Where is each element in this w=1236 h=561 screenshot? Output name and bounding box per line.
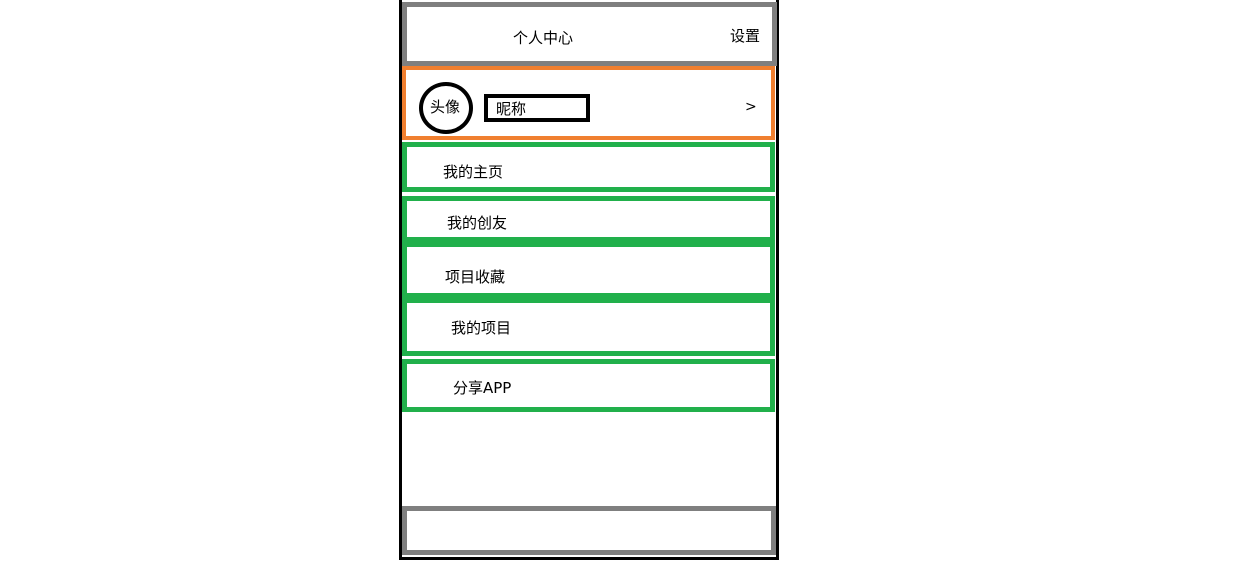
avatar-label: 头像	[430, 98, 461, 116]
nickname-label: 昵称	[496, 100, 527, 118]
menu-item-label: 分享APP	[453, 379, 512, 397]
menu-item-label: 我的项目	[451, 319, 512, 337]
page-title: 个人中心	[513, 29, 574, 47]
menu-item-label: 项目收藏	[445, 268, 506, 286]
bottom-bar	[402, 506, 776, 555]
header-bar	[402, 2, 777, 66]
settings-button[interactable]: 设置	[730, 27, 760, 45]
chevron-right-icon: >	[745, 99, 757, 115]
menu-item-label: 我的创友	[447, 214, 508, 232]
menu-item-label: 我的主页	[443, 163, 504, 181]
